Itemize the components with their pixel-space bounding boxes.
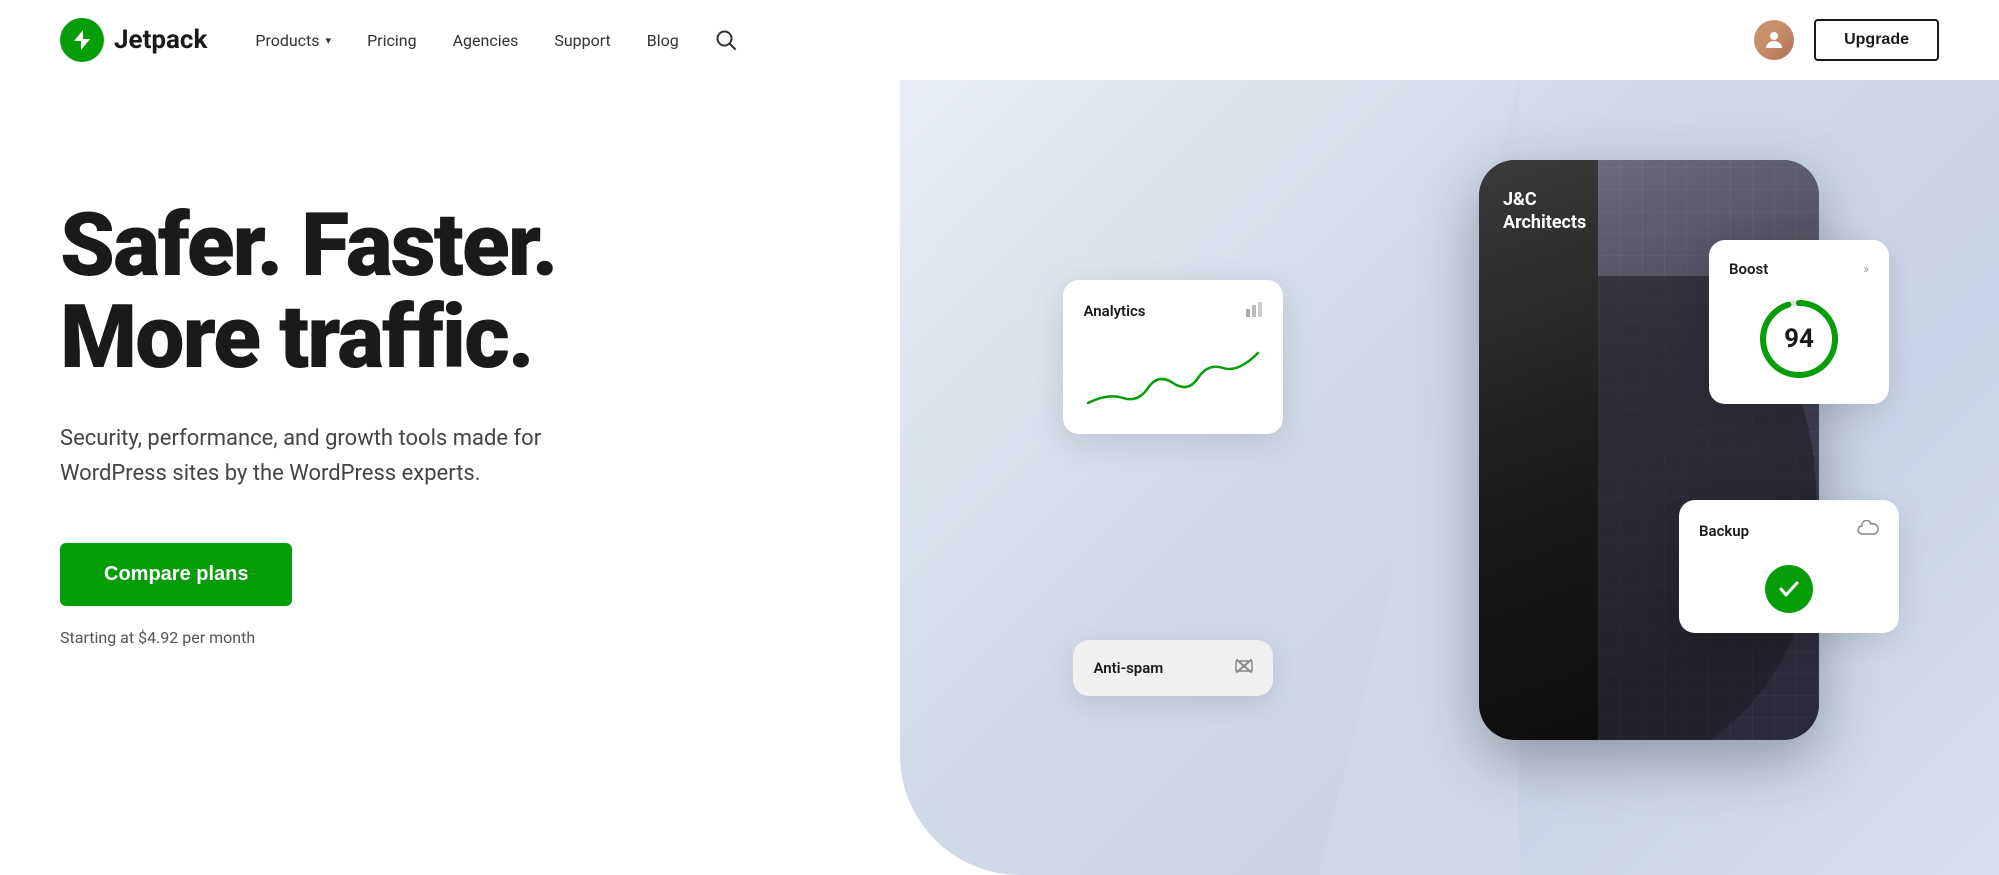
- logo-icon: [60, 18, 104, 62]
- boost-score-circle: 94: [1754, 294, 1844, 384]
- phone-site-name: J&CArchitects: [1503, 188, 1586, 235]
- cloud-icon: [1857, 520, 1879, 541]
- analytics-title: Analytics: [1083, 302, 1145, 320]
- boost-card-header: Boost »: [1729, 260, 1869, 278]
- nav-products[interactable]: Products ▾: [255, 31, 331, 50]
- hero-left: Safer. Faster. More traffic. Security, p…: [60, 140, 1093, 647]
- nav-blog[interactable]: Blog: [647, 31, 679, 50]
- search-button[interactable]: [715, 29, 737, 51]
- nav-right: Upgrade: [1754, 19, 1939, 61]
- analytics-card-header: Analytics: [1083, 300, 1263, 322]
- chevron-down-icon: ▾: [326, 34, 332, 47]
- analytics-chart: [1083, 338, 1263, 418]
- boost-card: Boost » 94: [1709, 240, 1889, 404]
- boost-title: Boost: [1729, 260, 1768, 278]
- nav-links: Products ▾ Pricing Agencies Support Blog: [255, 29, 1754, 51]
- analytics-card: Analytics: [1063, 280, 1283, 434]
- nav-pricing[interactable]: Pricing: [367, 31, 417, 50]
- backup-title: Backup: [1699, 522, 1749, 540]
- navigation: Jetpack Products ▾ Pricing Agencies Supp…: [0, 0, 1999, 80]
- hero-right: J&CArchitects: [1093, 140, 1939, 840]
- backup-card-header: Backup: [1699, 520, 1879, 541]
- compare-plans-button[interactable]: Compare plans: [60, 543, 292, 606]
- upgrade-button[interactable]: Upgrade: [1814, 19, 1939, 61]
- bar-chart-icon: [1245, 300, 1263, 322]
- boost-score-value: 94: [1784, 324, 1814, 354]
- search-icon: [715, 29, 737, 51]
- antispam-title: Anti-spam: [1093, 659, 1163, 677]
- logo[interactable]: Jetpack: [60, 18, 207, 62]
- boost-arrows-icon: »: [1863, 262, 1869, 276]
- avatar[interactable]: [1754, 20, 1794, 60]
- brand-name: Jetpack: [114, 25, 207, 55]
- nav-support[interactable]: Support: [554, 31, 610, 50]
- nav-agencies[interactable]: Agencies: [453, 31, 519, 50]
- backup-card: Backup: [1679, 500, 1899, 633]
- antispam-icon: [1235, 658, 1253, 678]
- hero-headline: Safer. Faster. More traffic.: [60, 200, 1093, 385]
- starting-price: Starting at $4.92 per month: [60, 628, 1093, 647]
- backup-check: [1699, 565, 1879, 613]
- bolt-icon: [70, 28, 94, 52]
- antispam-card: Anti-spam: [1073, 640, 1273, 696]
- hero-section: Safer. Faster. More traffic. Security, p…: [0, 80, 1999, 875]
- hero-subtext: Security, performance, and growth tools …: [60, 421, 620, 491]
- backup-check-circle: [1765, 565, 1813, 613]
- avatar-image: [1754, 20, 1794, 60]
- antispam-card-header: Anti-spam: [1093, 658, 1253, 678]
